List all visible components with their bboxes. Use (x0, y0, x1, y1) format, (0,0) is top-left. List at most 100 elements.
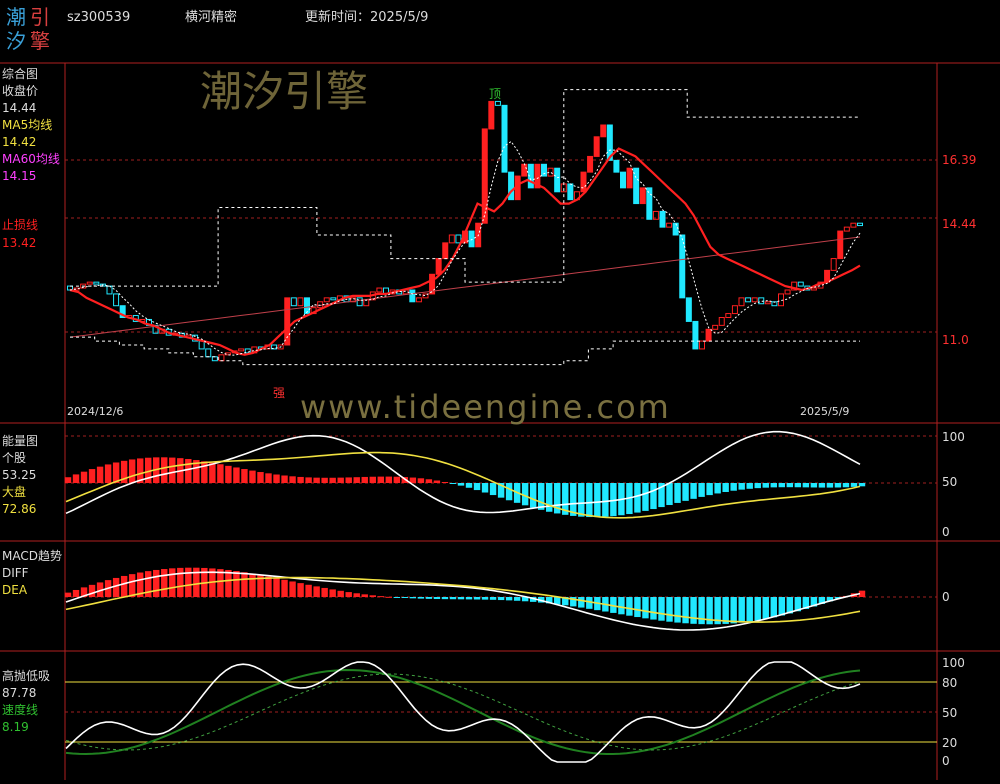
chart-stage: 潮 引 汐 擎 sz300539 横河精密 更新时间：2025/5/9 潮汐引擎… (0, 0, 1000, 780)
energy-bar (802, 483, 810, 488)
candle-up (843, 226, 850, 232)
energy-bar (786, 483, 794, 488)
energy-bar (64, 477, 72, 483)
stock-name: 横河精密 (185, 10, 238, 25)
osc-value: 87.78 (2, 686, 37, 700)
candle-up (587, 155, 594, 173)
macd-bar (273, 578, 280, 597)
close-value: 14.44 (2, 101, 37, 115)
macd-bar (112, 577, 120, 597)
macd-bar (730, 597, 737, 624)
osc-tick: 80 (942, 676, 958, 690)
candle-down (567, 183, 574, 201)
macd-bar (305, 584, 312, 597)
macd-bar (722, 597, 729, 624)
macd-bar (441, 597, 449, 600)
watermark-title: 潮汐引擎 (200, 67, 369, 116)
candle-up (751, 297, 758, 303)
macd-bar (88, 584, 96, 597)
logo-char: 引 (30, 5, 50, 29)
energy-bar (313, 477, 320, 483)
osc-tick: 0 (942, 754, 950, 768)
candle-down (468, 230, 475, 248)
energy-bar (730, 483, 737, 491)
energy-bar (369, 476, 376, 483)
energy-bar (337, 477, 344, 483)
candle-up (580, 171, 587, 193)
energy-bar (570, 483, 577, 516)
energy-bar (217, 464, 224, 483)
macd-bar (409, 597, 417, 599)
macd-bar (449, 597, 457, 600)
energy-bar (714, 483, 721, 494)
macd-bar (72, 589, 80, 597)
energy-bar (826, 483, 834, 488)
candle-up (666, 222, 673, 228)
energy-bar (722, 483, 729, 492)
energy-market-label: 大盘 (2, 485, 27, 499)
macd-bar (554, 597, 561, 605)
macd-bar (690, 597, 697, 624)
energy-title: 能量图 (2, 434, 39, 448)
energy-bar (537, 483, 545, 510)
energy-bar (754, 483, 761, 489)
macd-bar (754, 597, 761, 621)
candle-up (705, 328, 712, 342)
energy-bar (425, 479, 433, 483)
energy-bar (104, 464, 112, 483)
energy-bar (586, 483, 593, 518)
candle-up (698, 340, 706, 350)
energy-bar (642, 483, 649, 511)
energy-bar (770, 483, 777, 488)
ma5-line (69, 140, 861, 356)
energy-bar (465, 483, 473, 488)
energy-tick: 50 (942, 475, 958, 489)
speed-label: 速度线 (2, 703, 39, 717)
candle-down (330, 297, 337, 301)
macd-bar (369, 595, 376, 597)
macd-bar (634, 597, 641, 618)
macd-dea-label: DEA (2, 583, 28, 597)
candle-down (211, 356, 218, 362)
ma60-label: MA60均线 (2, 152, 60, 166)
energy-bar (72, 474, 80, 483)
macd-bar (337, 590, 344, 597)
energy-bar (185, 458, 192, 483)
macd-bar (497, 597, 505, 601)
candle-up (718, 317, 725, 326)
candle-down (797, 281, 804, 287)
macd-bar (120, 575, 128, 597)
app-logo: 潮 引 汐 擎 (4, 4, 56, 54)
candle-up (738, 297, 745, 307)
macd-bar (433, 597, 441, 600)
macd-bar (353, 593, 360, 597)
candle-down (93, 281, 100, 285)
ma60-line (69, 236, 861, 338)
macd-bar (417, 597, 425, 599)
top-signal: 顶 (489, 87, 502, 101)
energy-bar (297, 476, 304, 483)
stop-value: 13.42 (2, 236, 37, 250)
candle-down (501, 104, 508, 173)
macd-bar (650, 597, 657, 620)
macd-bar (313, 586, 320, 597)
energy-bar (481, 483, 489, 493)
energy-bar (794, 483, 802, 488)
macd-bar (682, 597, 689, 624)
candle-down (494, 100, 501, 106)
macd-bar (489, 597, 497, 600)
energy-bar (201, 461, 208, 483)
energy-bar (762, 483, 769, 488)
candle-up (415, 297, 422, 303)
date-end: 2025/5/9 (800, 405, 850, 418)
candle-up (448, 234, 455, 244)
macd-bar (249, 573, 256, 597)
energy-bar (850, 483, 858, 487)
energy-bar (666, 483, 673, 506)
energy-bar (650, 483, 657, 510)
candle-up (86, 281, 93, 285)
macd-bar (674, 597, 681, 623)
macd-bar (128, 574, 136, 597)
osc-title: 高抛低吸 (2, 669, 51, 683)
logo-char: 潮 (6, 5, 26, 29)
